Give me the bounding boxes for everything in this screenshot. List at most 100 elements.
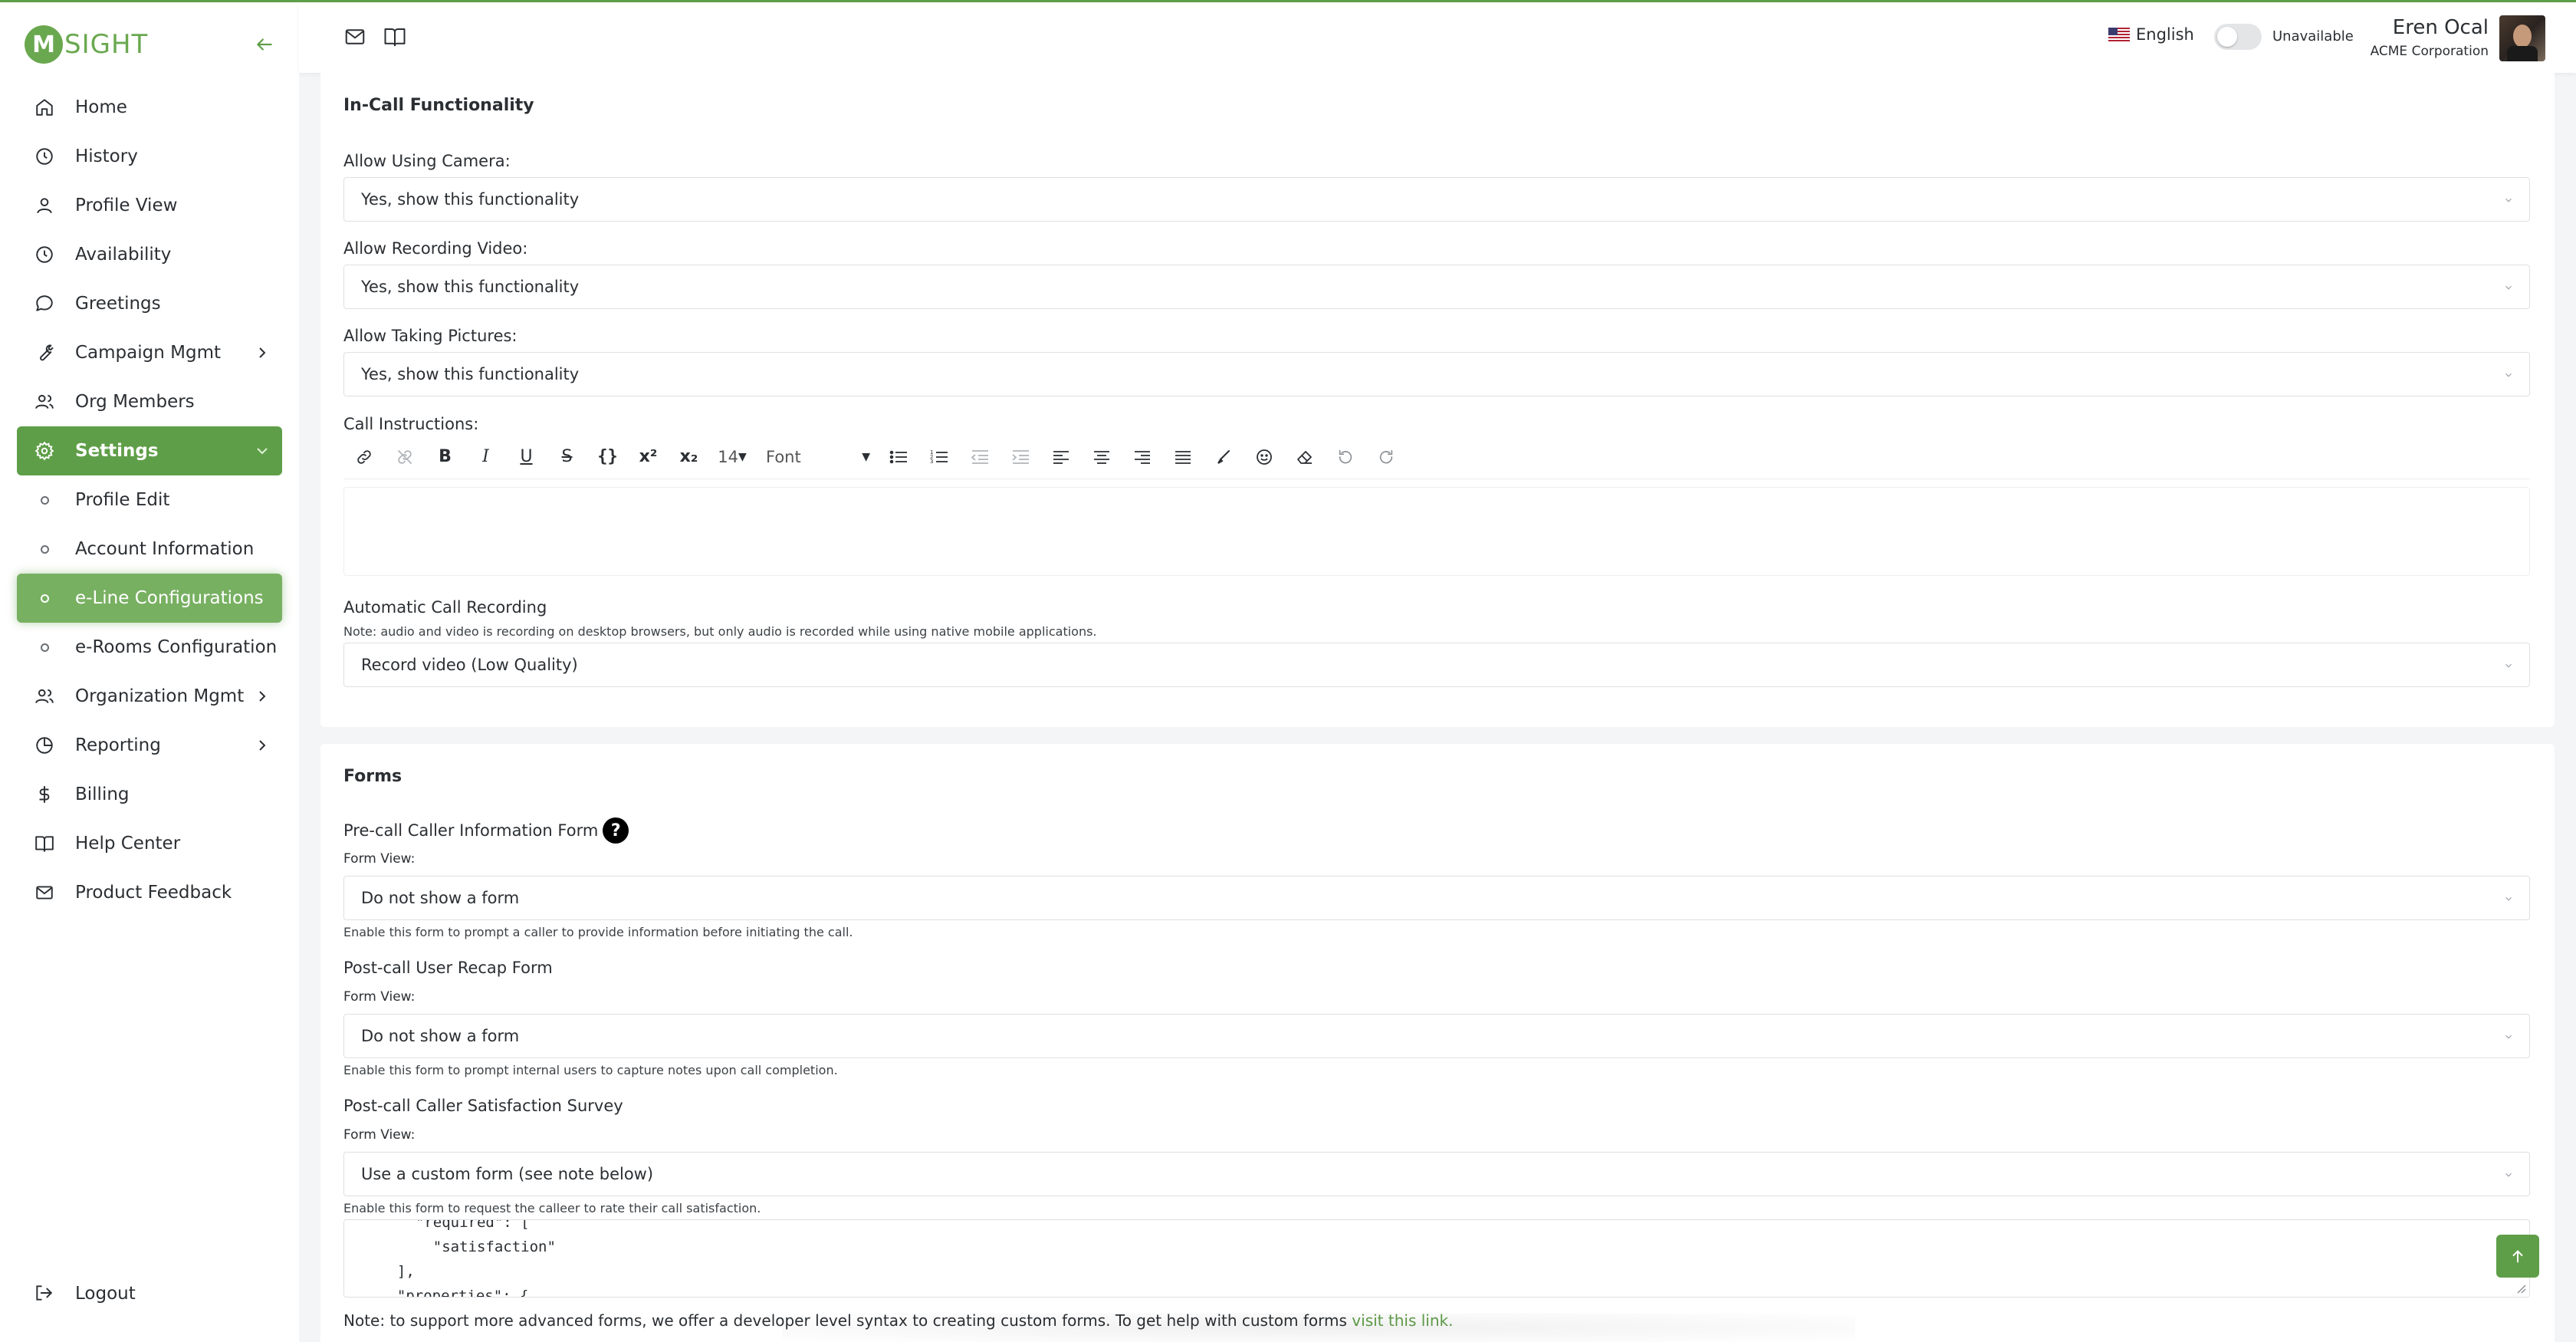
sidebar: M SIGHT Home History Profile View Availa… [0,2,299,1342]
sidebar-item-help-center[interactable]: Help Center [17,819,282,868]
code-line: "properties": { [380,1288,529,1298]
sidebar-item-history[interactable]: History [17,132,282,181]
justify-icon [1175,450,1191,464]
inbox-button[interactable] [343,25,368,50]
custom-forms-help-link[interactable]: visit this link. [1352,1311,1453,1330]
brush-icon [1217,449,1230,464]
font-family-select[interactable]: Font ▼ [755,441,878,473]
auto-recording-select[interactable]: Record video (Low Quality) [343,643,2530,687]
chevron-down-icon [2505,896,2512,901]
bold-button[interactable]: B [425,441,465,473]
sidebar-item-campaign-mgmt[interactable]: Campaign Mgmt [17,328,282,377]
sidebar-item-billing[interactable]: Billing [17,770,282,819]
code-button[interactable]: {} [587,441,628,473]
unlink-button[interactable] [384,441,425,473]
undo-icon [1339,449,1352,463]
italic-button[interactable]: I [465,441,506,473]
select-value: Use a custom form (see note below) [361,1165,654,1183]
knowledge-base-button[interactable] [383,25,408,50]
sidebar-subitem-account-information[interactable]: Account Information [17,525,282,574]
redo-button[interactable] [1365,441,1406,473]
text-color-button[interactable] [1203,441,1244,473]
allow-pictures-select[interactable]: Yes, show this functionality [343,352,2530,396]
logout-button[interactable]: Logout [34,1283,136,1304]
bullet-list-icon [889,450,907,463]
select-value: Yes, show this functionality [361,190,580,209]
chevron-down-icon [2505,285,2512,290]
code-braces-icon: {} [597,447,618,466]
brand-logo[interactable]: M SIGHT [25,25,148,64]
camera-label: Allow Using Camera: [343,152,511,170]
subscript-button[interactable]: x₂ [669,441,709,473]
allow-recording-select[interactable]: Yes, show this functionality [343,265,2530,309]
sidebar-item-home[interactable]: Home [17,83,282,132]
clock-icon [36,246,53,263]
sidebar-subitem-profile-edit[interactable]: Profile Edit [17,475,282,525]
chevron-down-icon [2505,198,2512,202]
sidebar-item-greetings[interactable]: Greetings [17,279,282,328]
superscript-button[interactable]: x² [628,441,669,473]
bullet-list-button[interactable] [878,441,918,473]
sidebar-item-label: Settings [75,441,159,461]
link-button[interactable] [343,441,384,473]
sidebar-item-product-feedback[interactable]: Product Feedback [17,868,282,917]
clear-format-button[interactable] [1284,441,1325,473]
sidebar-item-label: History [75,146,138,166]
sidebar-item-label: Profile View [75,196,178,215]
section-title: Forms [343,767,402,786]
arrow-up-icon [2512,1250,2523,1263]
user-name[interactable]: Eren Ocal [2393,16,2489,39]
sidebar-item-label: e-Line Configurations [75,588,264,608]
align-center-button[interactable] [1081,441,1122,473]
align-center-icon [1093,450,1109,464]
circle-icon [34,489,55,511]
outdent-button[interactable] [959,441,1000,473]
dollar-icon [39,786,50,803]
sidebar-subitem-eline-configurations[interactable]: e-Line Configurations [17,574,282,623]
underline-button[interactable]: U [506,441,547,473]
sidebar-item-org-members[interactable]: Org Members [17,377,282,426]
chevron-down-icon [2505,663,2512,668]
recap-form-hint: Enable this form to prompt internal user… [343,1063,838,1077]
justify-button[interactable] [1162,441,1203,473]
topbar: English Unavailable Eren Ocal ACME Corpo… [299,2,2576,73]
resize-handle-icon[interactable] [2515,1283,2526,1294]
wrench-icon [40,344,54,361]
avatar[interactable] [2499,15,2545,61]
help-icon[interactable]: ? [603,817,629,844]
undo-button[interactable] [1325,441,1365,473]
gear-icon [34,441,54,461]
align-left-button[interactable] [1040,441,1081,473]
strikethrough-icon: S [561,447,573,466]
precall-form-select[interactable]: Do not show a form [343,876,2530,920]
call-instructions-editor[interactable] [343,487,2530,576]
sidebar-item-profile-view[interactable]: Profile View [17,181,282,230]
scroll-to-top-button[interactable] [2496,1235,2539,1278]
collapse-sidebar-button[interactable] [251,31,278,58]
user-org: ACME Corporation [2370,44,2489,59]
allow-camera-select[interactable]: Yes, show this functionality [343,177,2530,222]
sidebar-item-organization-mgmt[interactable]: Organization Mgmt [17,672,282,721]
sidebar-subitem-erooms-configuration[interactable]: e-Rooms Configuration [17,623,282,672]
emoji-button[interactable] [1244,441,1284,473]
survey-form-select[interactable]: Use a custom form (see note below) [343,1152,2530,1196]
language-selector[interactable]: English [2108,25,2194,44]
availability-toggle[interactable] [2214,24,2262,50]
pie-icon [36,737,53,754]
font-size-value: 14 [718,447,738,466]
language-label: English [2136,25,2194,44]
numbered-list-button[interactable]: 123 [918,441,959,473]
toggle-knob [2217,27,2237,47]
font-size-select[interactable]: 14 ▼ [709,441,755,473]
custom-form-json-editor[interactable]: "required": [ "satisfaction" ], "propert… [343,1219,2530,1298]
indent-button[interactable] [1000,441,1040,473]
mail-icon [36,886,53,900]
sidebar-item-reporting[interactable]: Reporting [17,721,282,770]
align-right-button[interactable] [1122,441,1162,473]
recap-form-select[interactable]: Do not show a form [343,1014,2530,1058]
sidebar-item-settings[interactable]: Settings [17,426,282,475]
strikethrough-button[interactable]: S [547,441,587,473]
sidebar-item-label: Home [75,97,127,117]
sidebar-item-label: e-Rooms Configuration [75,637,278,657]
sidebar-item-availability[interactable]: Availability [17,230,282,279]
